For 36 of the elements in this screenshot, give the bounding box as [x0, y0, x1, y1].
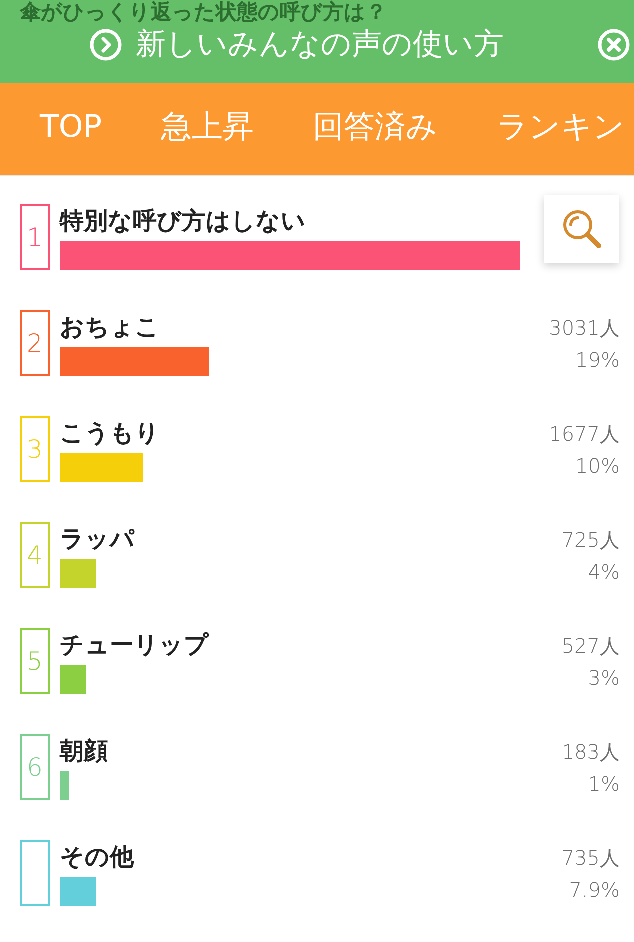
answer-label: こうもり: [60, 419, 160, 447]
question-title: 傘がひっくり返った状態の呼び方は？: [18, 0, 387, 23]
answer-label: 特別な呼び方はしない: [60, 207, 306, 235]
answer-label: ラッパ: [60, 525, 135, 553]
search-button[interactable]: [544, 195, 619, 263]
nav-tab[interactable]: TOP: [40, 104, 102, 154]
search-icon: [562, 209, 602, 249]
vote-count: 3031人: [549, 315, 620, 342]
rank-box: 3: [20, 416, 50, 482]
close-button[interactable]: [598, 29, 630, 61]
nav-tab[interactable]: ランキン: [497, 104, 626, 154]
vote-percent: 4%: [588, 559, 620, 586]
rank-box: 5: [20, 628, 50, 694]
rank-box: 1: [20, 204, 50, 270]
answer-label: チューリップ: [60, 631, 209, 659]
vote-percent: 1%: [588, 771, 620, 798]
rank-box: 6: [20, 734, 50, 800]
vote-count: 1677人: [549, 421, 620, 448]
rank-box: 4: [20, 522, 50, 588]
vote-percent: 3%: [588, 665, 620, 692]
vote-percent: 7.9%: [569, 877, 620, 904]
vote-count: 527人: [562, 633, 620, 660]
vote-percent: 10%: [576, 453, 620, 480]
rank-box: [20, 840, 50, 906]
nav-tab[interactable]: 回答済み: [313, 104, 438, 154]
answer-label: おちょこ: [60, 313, 160, 341]
answer-label: その他: [60, 843, 134, 871]
vote-count: 183人: [562, 739, 620, 766]
vote-percent: 19%: [576, 347, 620, 374]
chevron-circle-icon: [90, 29, 122, 61]
rank-box: 2: [20, 310, 50, 376]
answer-label: 朝顔: [60, 737, 108, 765]
vote-count: 725人: [562, 527, 620, 554]
close-icon: [598, 29, 630, 61]
nav-tab[interactable]: 急上昇: [161, 104, 254, 154]
vote-count: 735人: [562, 845, 620, 872]
